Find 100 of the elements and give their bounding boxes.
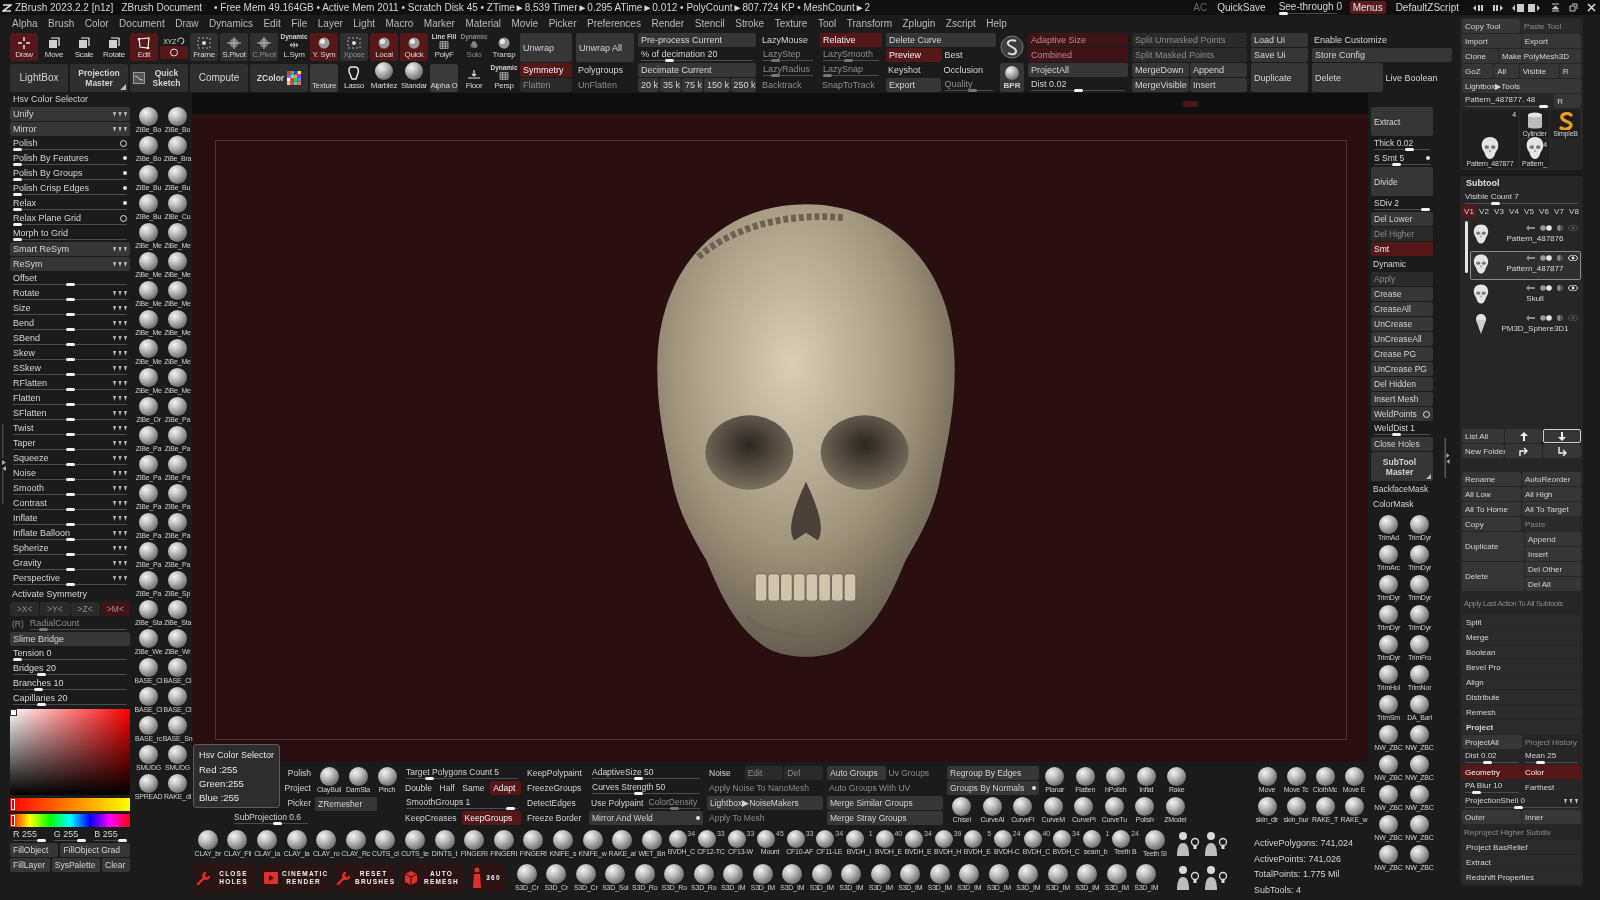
- subtool-item[interactable]: Skull: [1470, 281, 1581, 310]
- value-slider[interactable]: Dist 0.02: [1462, 750, 1521, 764]
- half-circle-icon[interactable]: [1557, 225, 1563, 231]
- palette-button[interactable]: SysPalette: [51, 858, 101, 872]
- palette-button[interactable]: Insert: [1190, 78, 1247, 92]
- axis-toggle-icon[interactable]: [113, 246, 127, 252]
- value-slider[interactable]: Relax Plane Grid: [10, 212, 130, 226]
- palette-button[interactable]: Lightbox▶NoiseMakers: [707, 796, 823, 810]
- palette-button[interactable]: Insert Mesh: [1371, 392, 1433, 406]
- see-through-slider[interactable]: See-through 0: [1275, 0, 1340, 15]
- palette-button[interactable]: Delete Curve: [886, 33, 996, 47]
- axis-toggle-icon[interactable]: [113, 545, 127, 551]
- figure-bulb-icon[interactable]: [1175, 864, 1201, 892]
- value-slider[interactable]: S Smt 5: [1371, 152, 1433, 166]
- slider-thumb[interactable]: [65, 418, 75, 421]
- axis-toggle-icon[interactable]: [113, 455, 127, 461]
- axis-toggle-icon[interactable]: [113, 111, 127, 117]
- palette-button[interactable]: Relative: [820, 33, 882, 47]
- value-slider[interactable]: Polish: [10, 137, 130, 151]
- palette-button[interactable]: MergeVisible: [1132, 78, 1189, 92]
- option-label[interactable]: BackfaceMask: [1371, 482, 1433, 496]
- icon-button[interactable]: [1504, 444, 1543, 458]
- menu-item[interactable]: Help: [986, 17, 1007, 29]
- slider-thumb[interactable]: [664, 59, 674, 62]
- palette-button[interactable]: Delete: [1312, 63, 1383, 92]
- version-tab[interactable]: V2: [1477, 205, 1491, 218]
- slider-thumb[interactable]: [65, 343, 75, 346]
- value-slider[interactable]: SSkew: [10, 362, 130, 376]
- half-circle-icon[interactable]: [1557, 285, 1563, 291]
- restore-icon[interactable]: [1569, 3, 1578, 12]
- hue-range-bar[interactable]: [10, 798, 130, 811]
- slider-thumb[interactable]: [65, 388, 75, 391]
- palette-button[interactable]: Outer: [1462, 810, 1521, 824]
- axis-toggle-icon[interactable]: [113, 335, 127, 341]
- menu-item[interactable]: Texture: [774, 17, 808, 29]
- section-header[interactable]: Merge: [1462, 630, 1581, 644]
- value-slider[interactable]: ProjectionShell 0: [1462, 795, 1581, 809]
- slider-thumb[interactable]: [65, 568, 75, 571]
- palette-button[interactable]: Duplicate: [1462, 532, 1524, 561]
- slider-thumb[interactable]: [13, 178, 22, 181]
- slider-thumb[interactable]: [65, 583, 75, 586]
- toggle-dot-icon[interactable]: [123, 186, 127, 190]
- color-field[interactable]: [10, 709, 130, 795]
- menu-item[interactable]: Light: [353, 17, 375, 29]
- slider-thumb[interactable]: [1471, 791, 1481, 794]
- palette-button[interactable]: Mirror And Weld: [589, 811, 703, 825]
- palette-button[interactable]: 20 k: [638, 78, 660, 92]
- toggle-dots-icon[interactable]: [1540, 315, 1552, 321]
- option-label[interactable]: Half: [437, 781, 460, 795]
- axis-toggle-icon[interactable]: [113, 305, 127, 311]
- icon-button[interactable]: [1543, 444, 1581, 458]
- section-header[interactable]: Boolean: [1462, 645, 1581, 659]
- value-slider[interactable]: Target Polygons Count 5: [403, 766, 521, 780]
- tool-button[interactable]: Marblez: [370, 64, 398, 92]
- tool-button[interactable]: Move: [40, 33, 68, 61]
- menu-item[interactable]: Render: [651, 17, 685, 29]
- value-slider[interactable]: SFlatten: [10, 407, 130, 421]
- toggle-dot-icon[interactable]: [123, 201, 127, 205]
- value-slider[interactable]: Pattern_487877. 48: [1462, 94, 1554, 108]
- slider-thumb[interactable]: [424, 777, 434, 780]
- palette-button[interactable]: Copy Tool: [1462, 19, 1521, 33]
- value-slider[interactable]: Squeeze: [10, 452, 130, 466]
- section-header[interactable]: Remesh: [1462, 705, 1581, 719]
- figure-bulb-icon[interactable]: [1203, 864, 1229, 892]
- tool-button[interactable]: ZColor: [250, 64, 308, 92]
- slider-thumb[interactable]: [65, 298, 75, 301]
- axis-toggle-icon[interactable]: [113, 425, 127, 431]
- arrow-icon[interactable]: [1526, 225, 1535, 231]
- window-layout-icon[interactable]: [1512, 2, 1542, 13]
- half-circle-icon[interactable]: [1557, 315, 1563, 321]
- slider-thumb[interactable]: [1073, 89, 1083, 92]
- version-tab[interactable]: V4: [1507, 205, 1521, 218]
- tool-button[interactable]: Draw: [10, 33, 38, 61]
- palette-button[interactable]: Store Config: [1312, 48, 1452, 62]
- menu-item[interactable]: Zplugin: [902, 17, 936, 29]
- tool-button[interactable]: Quick: [400, 33, 428, 61]
- slider-thumb[interactable]: [65, 313, 75, 316]
- section-header[interactable]: Redshift Properties: [1462, 870, 1581, 884]
- figure-bulb-icon[interactable]: [1175, 830, 1201, 858]
- toggle-dot-icon[interactable]: [123, 156, 127, 160]
- palette-button[interactable]: Regroup By Edges: [947, 766, 1039, 780]
- value-slider[interactable]: Twist: [10, 422, 130, 436]
- value-slider[interactable]: Noise: [10, 467, 130, 481]
- slider-thumb[interactable]: [65, 448, 75, 451]
- value-slider[interactable]: Polish Crisp Edges: [10, 182, 130, 196]
- option-label[interactable]: Picker: [287, 796, 311, 810]
- palette-button[interactable]: All High: [1522, 487, 1581, 501]
- slider-thumb[interactable]: [65, 358, 75, 361]
- slider-thumb[interactable]: [65, 463, 75, 466]
- palette-button[interactable]: Unwrap All: [576, 33, 634, 62]
- palette-button[interactable]: Auto Groups: [827, 766, 886, 780]
- panel-handle-icon[interactable]: [1, 424, 7, 504]
- axis-toggle-icon[interactable]: [113, 380, 127, 386]
- channel-slider[interactable]: R 255: [10, 828, 49, 842]
- palette-button[interactable]: All To Home: [1462, 502, 1521, 516]
- tool-button[interactable]: Local: [370, 33, 398, 61]
- option-label[interactable]: Keyshot: [886, 63, 941, 77]
- option-label[interactable]: DetectEdges: [525, 796, 585, 810]
- slider-thumb[interactable]: [1278, 11, 1288, 15]
- slider-thumb[interactable]: [65, 508, 75, 511]
